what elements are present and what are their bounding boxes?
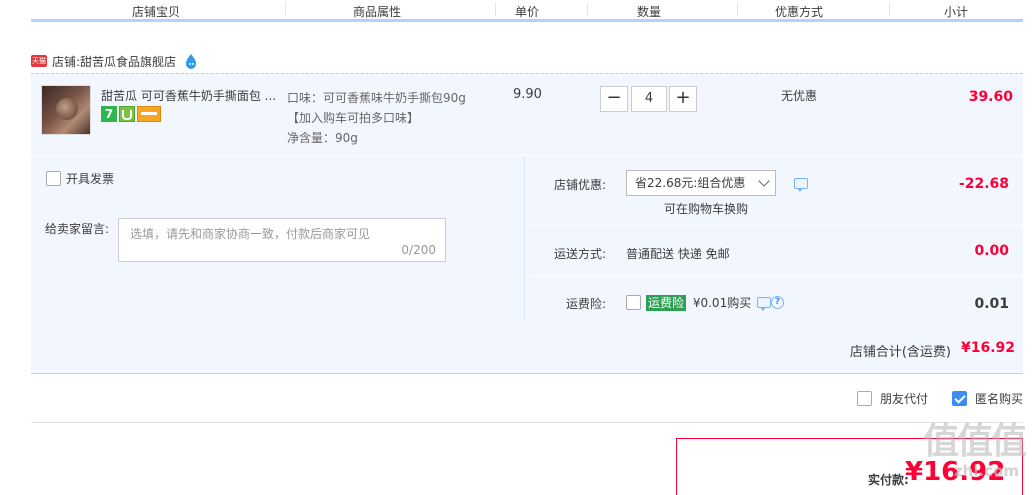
anonymous-label: 匿名购买 xyxy=(974,392,1023,406)
header-col-item: 店铺宝贝 xyxy=(131,5,180,19)
shipping-row: 运送方式: 普通配送 快递 免邮 0.00 xyxy=(526,227,1023,277)
insurance-row: 运费险: 运费险 ¥0.01购买 ? 0.01 xyxy=(526,278,1023,322)
shop-label: 店铺: xyxy=(52,54,81,69)
discount-chat-icon[interactable] xyxy=(794,178,808,192)
site-watermark: 值值值 xyxy=(922,421,1027,462)
purchase-options: 朋友代付 匿名购买 xyxy=(856,390,1023,407)
shop-total-value: ¥16.92 xyxy=(960,340,1015,356)
credit-card-icon[interactable] xyxy=(137,106,161,122)
insurance-value: 0.01 xyxy=(974,296,1009,312)
shop-discount-selected: 省22.68元:组合优惠 xyxy=(635,176,746,190)
seller-message-textarea[interactable]: 选填，请先和商家协商一致，付款后商家可见 0/200 xyxy=(118,218,446,262)
chevron-down-icon xyxy=(758,175,770,187)
invoice-checkbox[interactable] xyxy=(46,171,61,186)
anonymous-checkbox[interactable] xyxy=(951,391,967,406)
insurance-price: ¥0.01购买 xyxy=(692,296,752,310)
insurance-checkbox[interactable] xyxy=(626,295,641,310)
shipping-value: 0.00 xyxy=(974,243,1009,259)
header-divider xyxy=(285,2,286,16)
quantity-input[interactable]: 4 xyxy=(631,86,667,112)
decrease-quantity-button[interactable]: − xyxy=(600,86,628,112)
header-col-qty: 数量 xyxy=(636,5,661,19)
header-divider xyxy=(737,2,738,16)
tmall-icon: 天猫 xyxy=(31,55,47,67)
header-divider xyxy=(889,2,890,16)
friend-pay-label: 朋友代付 xyxy=(879,392,928,406)
insurance-offer: 运费险 ¥0.01购买 xyxy=(646,294,751,311)
increase-quantity-button[interactable]: + xyxy=(669,86,697,112)
site-watermark-sub: zhi.com xyxy=(953,462,1019,480)
shop-total-label: 店铺合计(含运费) xyxy=(849,345,951,360)
seven-day-return-icon[interactable]: 7 xyxy=(101,106,117,122)
shop-total-row: 店铺合计(含运费) ¥16.92 xyxy=(31,322,1023,374)
prop-note: 【加入购车可拍多口味】 xyxy=(287,111,420,125)
message-placeholder: 选填，请先和商家协商一致，付款后商家可见 xyxy=(130,227,371,241)
message-label: 给卖家留言: xyxy=(45,222,110,236)
help-icon[interactable]: ? xyxy=(771,296,784,309)
header-divider xyxy=(495,2,496,16)
table-header: 店铺宝贝 商品属性 单价 数量 优惠方式 小计 xyxy=(31,0,1023,22)
insurance-label: 运费险: xyxy=(565,297,606,311)
shop-discount-row: 店铺优惠: 省22.68元:组合优惠 可在购物车换购 -22.68 xyxy=(526,156,1023,226)
divider xyxy=(31,422,1023,423)
insurance-badge: 运费险 xyxy=(646,295,687,311)
header-col-subtotal: 小计 xyxy=(943,5,968,19)
shop-discount-select[interactable]: 省22.68元:组合优惠 xyxy=(626,170,776,196)
payment-label: 实付款: xyxy=(868,473,909,487)
order-options: 开具发票 给卖家留言: 选填，请先和商家协商一致，付款后商家可见 0/200 店… xyxy=(31,156,1023,322)
order-item-row: 甜苦瓜 可可香蕉牛奶手撕面包 ... 7 口味：可可香蕉味牛奶手撕包90g 【加… xyxy=(31,73,1023,155)
shipping-method: 普通配送 快递 免邮 xyxy=(626,247,730,261)
promo-method: 无优惠 xyxy=(781,89,818,103)
prop-weight: 净含量：90g xyxy=(287,131,358,145)
message-char-count: 0/200 xyxy=(401,243,436,257)
quantity-stepper: − 4 + xyxy=(600,86,697,112)
product-properties: 口味：可可香蕉味牛奶手撕包90g 【加入购车可拍多口味】 净含量：90g xyxy=(287,88,466,148)
header-divider xyxy=(587,2,588,16)
product-thumbnail[interactable] xyxy=(41,85,91,135)
service-badges: 7 xyxy=(101,106,161,122)
invoice-label: 开具发票 xyxy=(66,172,115,186)
discount-hint: 可在购物车换购 xyxy=(664,202,749,216)
unit-price: 9.90 xyxy=(513,87,542,102)
options-left-panel: 开具发票 给卖家留言: 选填，请先和商家协商一致，付款后商家可见 0/200 xyxy=(31,156,525,322)
shop-discount-value: -22.68 xyxy=(958,176,1009,192)
item-subtotal: 39.60 xyxy=(968,89,1013,105)
shipping-label: 运送方式: xyxy=(553,247,606,261)
shop-name-link[interactable]: 甜苦瓜食品旗舰店 xyxy=(80,53,176,70)
header-col-props: 商品属性 xyxy=(352,5,401,19)
wangwang-chat-icon[interactable] xyxy=(184,53,198,69)
invoice-option[interactable]: 开具发票 xyxy=(46,170,114,187)
guarantee-shield-icon[interactable] xyxy=(119,106,135,122)
shop-line: 天猫 店铺: 甜苦瓜食品旗舰店 xyxy=(31,52,198,70)
insurance-chat-icon[interactable] xyxy=(757,297,771,311)
shop-discount-label: 店铺优惠: xyxy=(553,178,606,192)
header-col-price: 单价 xyxy=(514,5,539,19)
friend-pay-checkbox[interactable] xyxy=(856,391,872,406)
prop-flavor: 口味：可可香蕉味牛奶手撕包90g xyxy=(287,91,466,105)
header-col-promo: 优惠方式 xyxy=(774,5,823,19)
product-title-link[interactable]: 甜苦瓜 可可香蕉牛奶手撕面包 ... xyxy=(101,87,281,104)
